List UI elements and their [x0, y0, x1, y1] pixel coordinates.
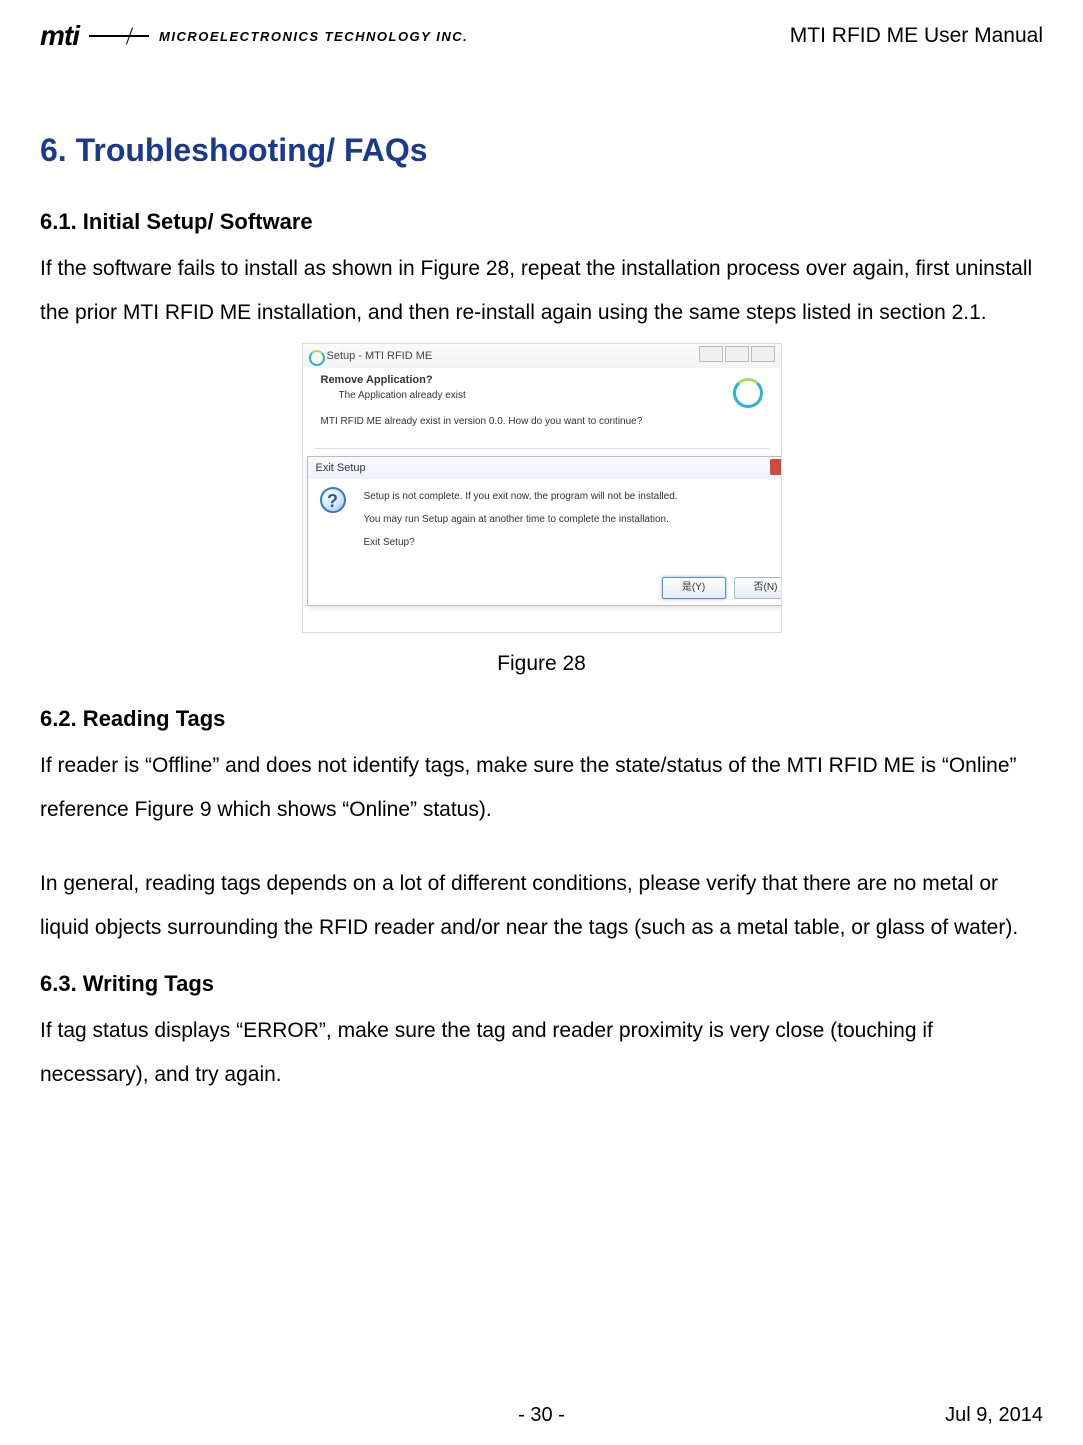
remove-question: MTI RFID ME already exist in version 0.0… [321, 416, 643, 427]
yes-button[interactable]: 是(Y) [662, 577, 726, 599]
outer-window-titlebar: Setup - MTI RFID ME [303, 344, 781, 368]
maximize-icon [725, 346, 749, 362]
page-number: - 30 - [40, 1404, 1043, 1427]
logo-pulse-icon [89, 35, 149, 37]
exit-line-3: Exit Setup? [364, 535, 782, 550]
exit-dialog-titlebar: Exit Setup [308, 457, 782, 479]
figure-caption: Figure 28 [40, 652, 1043, 676]
exit-dialog-body: ? Setup is not complete. If you exit now… [308, 479, 782, 550]
close-icon [751, 346, 775, 362]
no-button[interactable]: 否(N) [734, 577, 782, 599]
divider [315, 448, 769, 449]
subsection-6-1-body: If the software fails to install as show… [40, 247, 1043, 335]
subsection-6-2-body-1: If reader is “Offline” and does not iden… [40, 744, 1043, 832]
window-system-buttons [699, 346, 775, 362]
minimize-icon [699, 346, 723, 362]
outer-window-title: Setup - MTI RFID ME [327, 350, 433, 362]
remove-heading: Remove Application? [321, 374, 433, 386]
exit-line-2: You may run Setup again at another time … [364, 512, 782, 527]
logo-subtitle: MICROELECTRONICS TECHNOLOGY INC. [159, 29, 468, 44]
loop-icon [733, 378, 763, 408]
figure-28: Setup - MTI RFID ME Remove Application? … [40, 343, 1043, 676]
section-heading: 6. Troubleshooting/ FAQs [40, 132, 1043, 169]
question-icon: ? [320, 487, 346, 513]
exit-setup-dialog: Exit Setup ? Setup is not complete. If y… [307, 456, 782, 606]
screenshot-setup-dialog: Setup - MTI RFID ME Remove Application? … [302, 343, 782, 633]
subsection-6-3-body: If tag status displays “ERROR”, make sur… [40, 1009, 1043, 1097]
page-header: mti MICROELECTRONICS TECHNOLOGY INC. MTI… [40, 20, 1043, 52]
subsection-6-1-heading: 6.1. Initial Setup/ Software [40, 209, 1043, 235]
exit-line-1: Setup is not complete. If you exit now, … [364, 489, 782, 504]
remove-subtext: The Application already exist [339, 390, 466, 401]
subsection-6-2-heading: 6.2. Reading Tags [40, 706, 1043, 732]
close-icon [770, 459, 782, 475]
document-title: MTI RFID ME User Manual [790, 24, 1043, 48]
exit-dialog-buttons: 是(Y) 否(N) [662, 577, 782, 599]
exit-dialog-title: Exit Setup [316, 462, 366, 474]
subsection-6-2-body-2: In general, reading tags depends on a lo… [40, 862, 1043, 950]
page-footer: - 30 - Jul 9, 2014 [40, 1404, 1043, 1427]
logo-text: mti [40, 20, 79, 52]
subsection-6-3-heading: 6.3. Writing Tags [40, 971, 1043, 997]
logo-block: mti MICROELECTRONICS TECHNOLOGY INC. [40, 20, 468, 52]
